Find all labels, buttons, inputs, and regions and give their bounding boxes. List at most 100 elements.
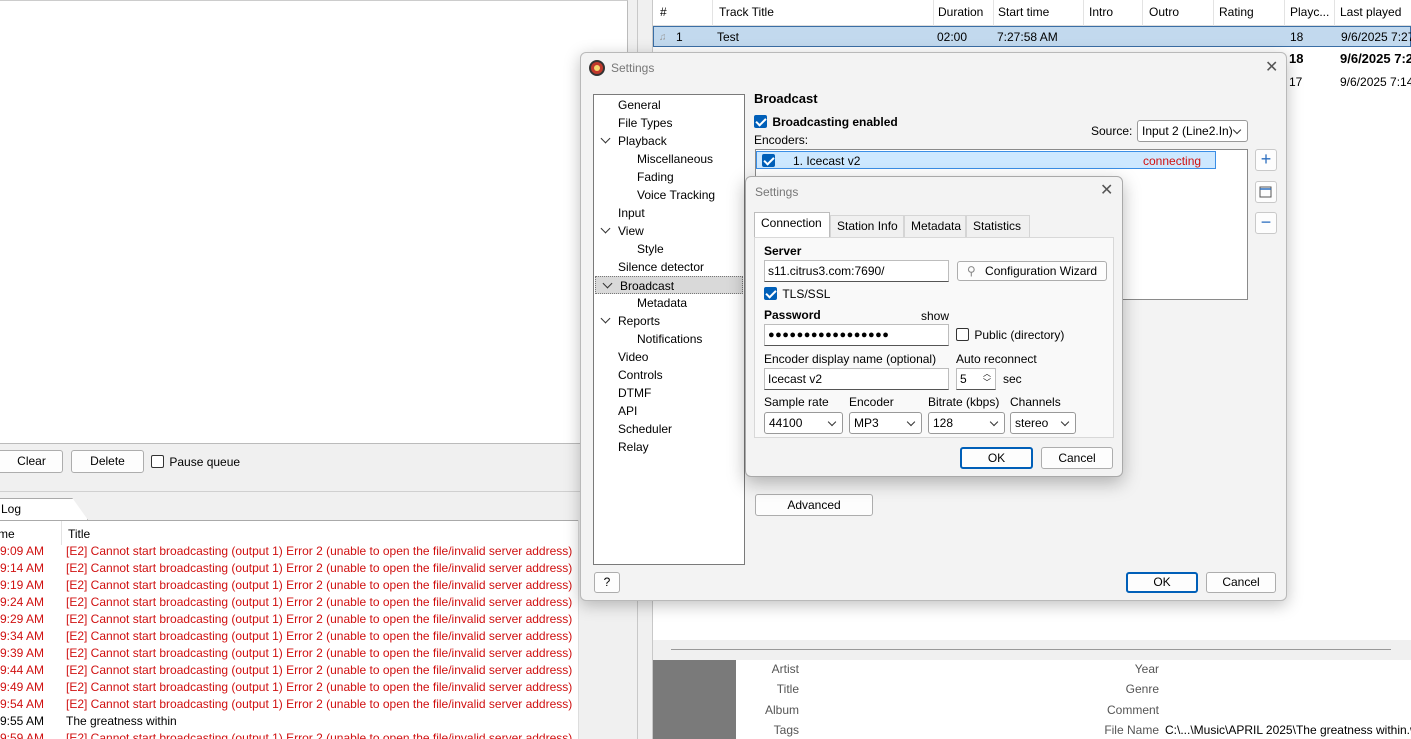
public-directory-checkbox[interactable]: Public (directory) [956, 327, 1064, 342]
settings-window-title: Settings [611, 61, 655, 75]
close-icon[interactable]: ✕ [1265, 60, 1278, 76]
settings-cancel-label: Cancel [1222, 575, 1260, 589]
close-icon[interactable]: ✕ [1100, 183, 1113, 199]
col-intro[interactable]: Intro [1089, 5, 1113, 19]
info-file-name-value: C:\...\Music\APRIL 2025\The greatness wi… [1165, 723, 1411, 737]
col-outro[interactable]: Outro [1149, 5, 1179, 19]
tab-station-info-label: Station Info [837, 219, 898, 233]
info-artist-label: Artist [771, 662, 799, 676]
tab-connection[interactable]: Connection [754, 212, 830, 237]
tree-item-scheduler[interactable]: Scheduler [594, 420, 742, 438]
info-splitter[interactable] [653, 640, 1411, 660]
tree-item-controls[interactable]: Controls [594, 366, 742, 384]
settings-ok-button[interactable]: OK [1126, 572, 1198, 593]
log-row-time: 9:49 AM [0, 680, 45, 694]
row-duration: 02:00 [937, 30, 968, 44]
bitrate-select[interactable]: 128 [928, 412, 1005, 434]
tree-item-miscellaneous[interactable]: Miscellaneous [594, 150, 742, 168]
encoder-select[interactable]: MP3 [849, 412, 922, 434]
tree-item-playback[interactable]: Playback [594, 132, 742, 150]
tls-ssl-checkbox[interactable]: TLS/SSL [764, 286, 830, 301]
clear-button[interactable]: Clear [0, 450, 63, 473]
tab-log[interactable]: Log [0, 498, 88, 520]
tree-item-silence-detector[interactable]: Silence detector [594, 258, 742, 276]
tree-item-voice-tracking[interactable]: Voice Tracking [594, 186, 742, 204]
tree-item-fading[interactable]: Fading [594, 168, 742, 186]
server-input[interactable]: s11.citrus3.com:7690/ [764, 260, 949, 282]
tree-item-reports[interactable]: Reports [594, 312, 742, 330]
horizontal-splitter[interactable] [0, 480, 628, 492]
chevron-down-icon[interactable] [600, 133, 611, 144]
row-last-played: 9/6/2025 7:27: [1341, 30, 1411, 44]
tab-connection-label: Connection [761, 216, 822, 230]
tree-item-notifications[interactable]: Notifications [594, 330, 742, 348]
queue-list[interactable] [0, 0, 628, 444]
table-row[interactable]: ♫ 1 Test 02:00 7:27:58 AM 18 9/6/2025 7:… [653, 26, 1411, 47]
remove-encoder-button[interactable]: − [1255, 212, 1277, 234]
show-password-link[interactable]: show [921, 309, 949, 323]
tree-item-video[interactable]: Video [594, 348, 742, 366]
col-track-title[interactable]: Track Title [719, 5, 774, 19]
log-row-time: 9:59 AM [0, 731, 45, 739]
display-name-input[interactable]: Icecast v2 [764, 368, 949, 390]
add-encoder-button[interactable]: + [1255, 149, 1277, 171]
tree-item-dtmf[interactable]: DTMF [594, 384, 742, 402]
col-start-time[interactable]: Start time [998, 5, 1049, 19]
tree-item-view[interactable]: View [594, 222, 742, 240]
tab-metadata[interactable]: Metadata [904, 215, 966, 237]
encoder-cancel-button[interactable]: Cancel [1041, 447, 1113, 469]
tab-statistics-label: Statistics [973, 219, 1022, 233]
help-button[interactable]: ? [594, 572, 620, 593]
sample-rate-select[interactable]: 44100 [764, 412, 843, 434]
channels-value: stereo [1015, 416, 1049, 430]
channels-select[interactable]: stereo [1010, 412, 1076, 434]
tab-statistics[interactable]: Statistics [966, 215, 1030, 237]
tree-item-style[interactable]: Style [594, 240, 742, 258]
tree-item-relay[interactable]: Relay [594, 438, 742, 456]
tree-item-input[interactable]: Input [594, 204, 742, 222]
log-row-title: [E2] Cannot start broadcasting (output 1… [66, 680, 573, 694]
advanced-button[interactable]: Advanced [755, 494, 873, 516]
tls-check-icon [764, 287, 777, 301]
source-select[interactable]: Input 2 (Line2.In) [1137, 120, 1248, 142]
encoder-ok-button[interactable]: OK [960, 447, 1033, 469]
chevron-down-icon[interactable] [602, 278, 613, 289]
broadcasting-enabled-checkbox[interactable]: Broadcasting enabled [754, 114, 898, 129]
row-number: 1 [676, 30, 683, 44]
tree-item-metadata[interactable]: Metadata [594, 294, 742, 312]
encoder-settings-dialog: Settings ✕ Connection Station Info Metad… [745, 176, 1123, 477]
col-number[interactable]: # [660, 5, 667, 19]
tree-item-api[interactable]: API [594, 402, 742, 420]
edit-encoder-button[interactable] [1255, 181, 1277, 203]
chevron-down-icon[interactable] [600, 313, 611, 324]
info-album-label: Album [764, 703, 799, 717]
log-row-time: 9:44 AM [0, 663, 45, 677]
server-label: Server [764, 244, 802, 258]
tab-station-info[interactable]: Station Info [830, 215, 904, 237]
col-playcount[interactable]: Playc... [1290, 5, 1329, 19]
auto-reconnect-spinner[interactable]: 5 ︿ ﹀ [956, 368, 996, 390]
password-input[interactable]: ●●●●●●●●●●●●●●●●● [764, 324, 949, 346]
log-row-time: 9:14 AM [0, 561, 45, 575]
tree-item-general[interactable]: General [594, 96, 742, 114]
col-rating[interactable]: Rating [1219, 5, 1254, 19]
spinner-arrows-icon[interactable]: ︿ ﹀ [983, 369, 991, 387]
col-duration[interactable]: Duration [938, 5, 983, 19]
tree-item-label: Style [637, 242, 664, 256]
log-col-title[interactable]: Title [68, 527, 90, 543]
chevron-down-icon[interactable] [600, 223, 611, 234]
tree-item-file-types[interactable]: File Types [594, 114, 742, 132]
settings-cancel-button[interactable]: Cancel [1206, 572, 1276, 593]
tree-item-broadcast[interactable]: Broadcast [595, 276, 743, 294]
encoder-label: Encoder [849, 395, 894, 409]
delete-button[interactable]: Delete [71, 450, 144, 473]
log-col-time[interactable]: me [0, 527, 15, 543]
log-row-title: [E2] Cannot start broadcasting (output 1… [66, 578, 573, 592]
col-last-played[interactable]: Last played [1340, 5, 1401, 19]
tree-item-label: Voice Tracking [637, 188, 716, 202]
encoder-enabled-check-icon[interactable] [762, 154, 775, 167]
log-row-title: [E2] Cannot start broadcasting (output 1… [66, 612, 573, 626]
pause-queue-checkbox[interactable]: Pause queue [151, 454, 240, 469]
configuration-wizard-button[interactable]: ⚲ Configuration Wizard [957, 261, 1107, 281]
encoder-row[interactable]: 1. Icecast v2 connecting [756, 151, 1216, 169]
